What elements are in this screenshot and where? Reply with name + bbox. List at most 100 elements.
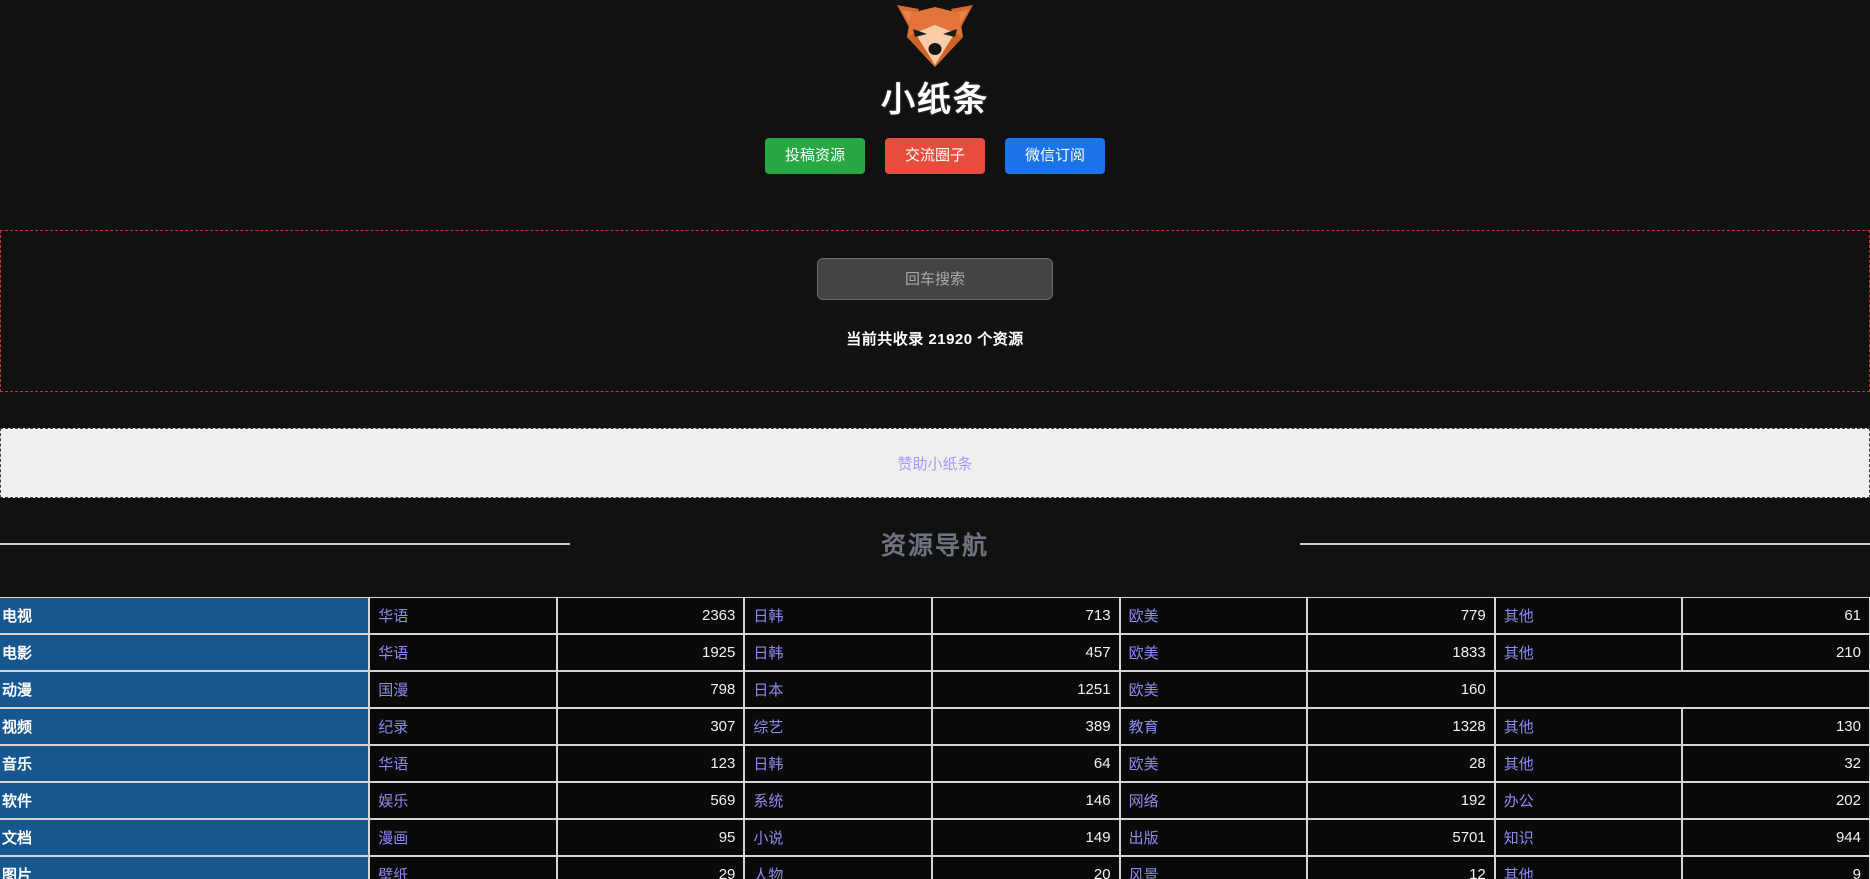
- subcategory-link[interactable]: 其他: [1494, 708, 1683, 745]
- nav-table-scroll-area[interactable]: 电视 华语 2363 日韩 713 欧美 779 其他 61 电影 华语 1925 日韩 457 欧美 183…: [0, 597, 1870, 879]
- subcategory-link[interactable]: 日韩: [744, 597, 932, 634]
- subcategory-count: 146: [931, 782, 1120, 819]
- section-heading: 资源导航: [0, 519, 1870, 569]
- subcategory-count: 32: [1682, 745, 1870, 782]
- subcategory-count: 457: [931, 634, 1120, 671]
- subcategory-count: 210: [1682, 634, 1870, 671]
- subcategory-count: 64: [931, 745, 1120, 782]
- subcategory-count: 5701: [1307, 819, 1495, 856]
- subcategory-count: 713: [931, 597, 1120, 634]
- subcategory-link[interactable]: 小说: [744, 819, 932, 856]
- subcategory-count: 1251: [931, 671, 1120, 708]
- subcategory-count: 95: [556, 819, 745, 856]
- subcategory-count: 123: [556, 745, 745, 782]
- empty-cell: [1682, 671, 1870, 708]
- sponsor-link[interactable]: 赞助小纸条: [897, 453, 972, 474]
- subcategory-link[interactable]: 华语: [369, 634, 557, 671]
- category-cell[interactable]: 电视: [0, 597, 370, 634]
- subcategory-count: 192: [1307, 782, 1495, 819]
- subcategory-link[interactable]: 欧美: [1119, 671, 1308, 708]
- subcategory-count: 1833: [1307, 634, 1495, 671]
- subcategory-link[interactable]: 日韩: [744, 634, 932, 671]
- table-row: 视频 纪录 307 综艺 389 教育 1328 其他 130: [0, 708, 1870, 745]
- subcategory-link[interactable]: 教育: [1119, 708, 1308, 745]
- table-row: 文档 漫画 95 小说 149 出版 5701 知识 944: [0, 819, 1870, 856]
- category-cell[interactable]: 音乐: [0, 745, 370, 782]
- page-root: 小纸条 投稿资源 交流圈子 微信订阅 当前共收录 21920 个资源 赞助小纸条…: [0, 0, 1870, 879]
- subcategory-link[interactable]: 出版: [1119, 819, 1308, 856]
- heading-rule-right: [1300, 543, 1870, 545]
- subcategory-link[interactable]: 漫画: [369, 819, 557, 856]
- category-cell[interactable]: 文档: [0, 819, 370, 856]
- subcategory-link[interactable]: 其他: [1494, 634, 1683, 671]
- subcategory-count: 1925: [556, 634, 745, 671]
- category-cell[interactable]: 电影: [0, 634, 370, 671]
- subcategory-link[interactable]: 纪录: [369, 708, 557, 745]
- logo-container: [0, 2, 1870, 74]
- subcategory-count: 569: [556, 782, 745, 819]
- subcategory-count: 9: [1682, 856, 1870, 879]
- table-row: 电影 华语 1925 日韩 457 欧美 1833 其他 210: [0, 634, 1870, 671]
- search-section: 当前共收录 21920 个资源: [0, 230, 1870, 392]
- search-inner: 当前共收录 21920 个资源: [1, 231, 1869, 349]
- subcategory-count: 1328: [1307, 708, 1495, 745]
- wechat-subscribe-button[interactable]: 微信订阅: [1005, 138, 1106, 174]
- subcategory-count: 2363: [556, 597, 745, 634]
- subcategory-count: 12: [1307, 856, 1495, 879]
- subcategory-link[interactable]: 日韩: [744, 745, 932, 782]
- community-button[interactable]: 交流圈子: [884, 138, 985, 174]
- subcategory-link[interactable]: 其他: [1494, 597, 1683, 634]
- sponsor-banner[interactable]: 赞助小纸条: [0, 428, 1870, 498]
- subcategory-link[interactable]: 华语: [369, 597, 557, 634]
- subcategory-count: 160: [1307, 671, 1495, 708]
- subcategory-count: 798: [556, 671, 745, 708]
- site-title: 小纸条: [881, 81, 989, 119]
- category-cell[interactable]: 动漫: [0, 671, 370, 708]
- subcategory-link[interactable]: 系统: [744, 782, 932, 819]
- subcategory-count: 130: [1682, 708, 1870, 745]
- table-row: 图片 壁纸 29 人物 20 风景 12 其他 9: [0, 856, 1870, 879]
- subcategory-count: 944: [1682, 819, 1870, 856]
- site-header: 小纸条 投稿资源 交流圈子 微信订阅: [0, 0, 1870, 174]
- header-button-row: 投稿资源 交流圈子 微信订阅: [0, 138, 1870, 174]
- table-row: 电视 华语 2363 日韩 713 欧美 779 其他 61: [0, 597, 1870, 634]
- subcategory-count: 307: [556, 708, 745, 745]
- subcategory-link[interactable]: 欧美: [1119, 745, 1308, 782]
- table-row: 音乐 华语 123 日韩 64 欧美 28 其他 32: [0, 745, 1870, 782]
- search-input[interactable]: [817, 258, 1053, 300]
- subcategory-link[interactable]: 国漫: [369, 671, 557, 708]
- subcategory-link[interactable]: 华语: [369, 745, 557, 782]
- subcategory-link[interactable]: 其他: [1494, 856, 1683, 879]
- table-row: 动漫 国漫 798 日本 1251 欧美 160: [0, 671, 1870, 708]
- subcategory-link[interactable]: 娱乐: [369, 782, 557, 819]
- subcategory-count: 779: [1307, 597, 1495, 634]
- subcategory-link[interactable]: 办公: [1494, 782, 1683, 819]
- subcategory-link[interactable]: 知识: [1494, 819, 1683, 856]
- empty-cell: [1494, 671, 1683, 708]
- subcategory-count: 29: [556, 856, 745, 879]
- category-cell[interactable]: 图片: [0, 856, 370, 879]
- subcategory-link[interactable]: 风景: [1119, 856, 1308, 879]
- subcategory-link[interactable]: 人物: [744, 856, 932, 879]
- subcategory-count: 20: [931, 856, 1120, 879]
- subcategory-count: 389: [931, 708, 1120, 745]
- subcategory-count: 149: [931, 819, 1120, 856]
- page-title: 资源导航: [880, 532, 989, 560]
- subcategory-link[interactable]: 综艺: [744, 708, 932, 745]
- resource-nav-table: 电视 华语 2363 日韩 713 欧美 779 其他 61 电影 华语 1925 日韩 457 欧美 183…: [0, 597, 1870, 879]
- subcategory-link[interactable]: 其他: [1494, 745, 1683, 782]
- nav-table-body: 电视 华语 2363 日韩 713 欧美 779 其他 61 电影 华语 1925 日韩 457 欧美 183…: [0, 597, 1870, 879]
- subcategory-count: 28: [1307, 745, 1495, 782]
- table-row: 软件 娱乐 569 系统 146 网络 192 办公 202: [0, 782, 1870, 819]
- heading-rule-left: [0, 543, 570, 545]
- subcategory-count: 202: [1682, 782, 1870, 819]
- subcategory-link[interactable]: 日本: [744, 671, 932, 708]
- fox-logo-icon: [897, 5, 973, 67]
- subcategory-link[interactable]: 壁纸: [369, 856, 557, 879]
- subcategory-link[interactable]: 网络: [1119, 782, 1308, 819]
- submit-resource-button[interactable]: 投稿资源: [764, 138, 865, 174]
- subcategory-link[interactable]: 欧美: [1119, 634, 1308, 671]
- category-cell[interactable]: 软件: [0, 782, 370, 819]
- category-cell[interactable]: 视频: [0, 708, 370, 745]
- subcategory-link[interactable]: 欧美: [1119, 597, 1308, 634]
